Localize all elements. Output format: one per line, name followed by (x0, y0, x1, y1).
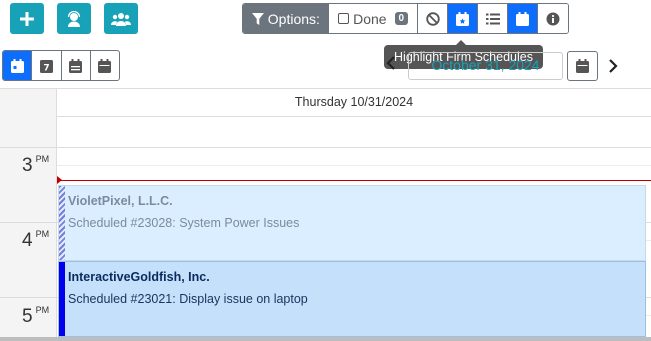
event-block[interactable]: VioletPixel, L.L.C. Scheduled #23028: Sy… (58, 185, 646, 261)
team-button[interactable] (104, 3, 138, 34)
day-header-label: Thursday 10/31/2024 (294, 95, 414, 109)
current-time-marker (57, 176, 62, 184)
month-view-button[interactable] (62, 51, 91, 80)
calendar-icon (98, 58, 112, 73)
agenda-view-button[interactable] (91, 51, 119, 80)
hour-label: 5 PM (22, 305, 50, 327)
event-subtitle: Scheduled #23021: Display issue on lapto… (68, 292, 308, 306)
slot-line (57, 165, 651, 166)
calendar-view-button[interactable] (508, 4, 539, 33)
prev-date-button[interactable] (386, 55, 396, 76)
done-label: Done (353, 10, 387, 27)
event-stripe (59, 186, 65, 260)
calendar-star-icon (456, 11, 470, 26)
done-checkbox-icon (338, 13, 350, 24)
list-view-button[interactable] (478, 4, 509, 33)
time-gutter (0, 88, 57, 341)
day-view-button[interactable] (3, 51, 33, 80)
day-calendar: Thursday 10/31/2024 3 PM 4 PM 5 PM VioletPi… (0, 88, 651, 341)
info-icon (546, 12, 560, 25)
options-label: Options: (267, 10, 320, 27)
svg-text:7: 7 (43, 63, 49, 73)
calendar-week-icon: 7 (39, 59, 53, 73)
event-title: VioletPixel, L.L.C. (68, 194, 173, 208)
technician-button[interactable] (57, 3, 91, 34)
hour-label: 4 PM (22, 229, 50, 251)
event-subtitle: Scheduled #23028: System Power Issues (68, 216, 300, 230)
done-count-badge: 0 (394, 12, 409, 25)
event-block[interactable]: InteractiveGoldfish, Inc. Scheduled #230… (58, 261, 646, 337)
user-headset-icon (67, 10, 81, 27)
current-time-line (57, 180, 651, 181)
divider (57, 147, 651, 148)
ban-icon (426, 11, 440, 26)
scrollbar[interactable] (0, 337, 651, 341)
options-group: Options: Done 0 (242, 3, 569, 34)
chevron-right-icon (609, 59, 618, 73)
hour-label: 3 PM (22, 154, 50, 176)
chevron-left-icon (386, 56, 395, 70)
plus-icon (20, 11, 34, 26)
options-filter-button[interactable]: Options: (243, 4, 329, 33)
divider (0, 147, 57, 148)
event-stripe (59, 262, 65, 336)
calendar-day-icon (10, 58, 24, 73)
next-date-button[interactable] (608, 57, 618, 80)
calendar-icon (576, 59, 589, 73)
calendar-icon (516, 11, 530, 26)
current-date: October 31, 2024 (431, 57, 540, 73)
date-input[interactable]: October 31, 2024 (408, 52, 563, 80)
view-switcher: 7 (2, 50, 120, 81)
info-button[interactable] (538, 4, 568, 33)
users-icon (111, 12, 131, 26)
event-title: InteractiveGoldfish, Inc. (68, 270, 210, 284)
hide-cancelled-button[interactable] (418, 4, 449, 33)
week-view-button[interactable]: 7 (32, 51, 62, 80)
list-icon (485, 13, 500, 24)
add-button[interactable] (10, 3, 44, 34)
day-header: Thursday 10/31/2024 (57, 88, 651, 117)
calendar-month-icon (69, 58, 83, 73)
date-picker-button[interactable] (567, 51, 598, 81)
done-toggle[interactable]: Done 0 (328, 4, 419, 33)
filter-icon (251, 12, 264, 25)
highlight-firm-schedules-button[interactable] (448, 4, 479, 33)
divider (0, 88, 651, 89)
